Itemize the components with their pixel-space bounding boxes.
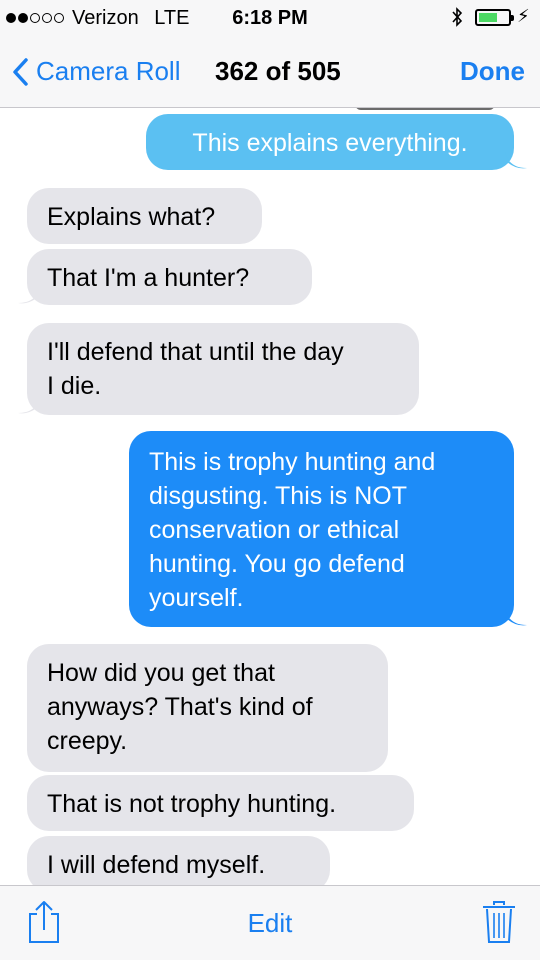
- bottom-toolbar: Edit: [0, 885, 540, 960]
- trash-icon[interactable]: [482, 900, 516, 944]
- back-button[interactable]: Camera Roll: [12, 56, 181, 87]
- message-bubble-incoming: I will defend myself.: [27, 836, 330, 885]
- bolt-icon: ⚡︎: [517, 6, 530, 26]
- message-line: conservation or ethical: [149, 516, 400, 544]
- bubble-tail: [505, 152, 527, 169]
- done-button[interactable]: Done: [460, 56, 525, 87]
- nav-bar: Camera Roll 362 of 505 Done: [0, 36, 540, 108]
- message-bubble-incoming: That I'm a hunter?: [27, 249, 312, 305]
- message-line: I die.: [47, 372, 102, 400]
- bluetooth-icon: [452, 7, 463, 27]
- bubble-tail: [505, 609, 527, 626]
- chevron-left-icon: [13, 57, 28, 86]
- back-button-label: Camera Roll: [36, 56, 181, 86]
- battery-icon: [475, 9, 514, 26]
- message-bubble-incoming: That is not trophy hunting.: [27, 775, 414, 831]
- bubble-tail: [18, 397, 40, 414]
- message-line: How did you get that: [47, 659, 275, 687]
- message-bubble-incoming: I'll defend that until the day I die.: [27, 323, 419, 415]
- edit-button[interactable]: Edit: [248, 908, 293, 938]
- message-bubble-incoming: How did you get that anyways? That's kin…: [27, 644, 388, 772]
- message-line: hunting. You go defend: [149, 550, 405, 578]
- message-line: I'll defend that until the day: [47, 338, 344, 366]
- message-bubble-outgoing: This is trophy hunting and disgusting. T…: [129, 431, 514, 627]
- photo-counter: 362 of 505: [215, 56, 341, 86]
- photo-edge: [355, 108, 495, 110]
- message-line: This is trophy hunting and: [149, 448, 436, 476]
- message-line: anyways? That's kind of: [47, 693, 313, 721]
- bubble-tail: [18, 287, 40, 304]
- status-bar: Verizon LTE 6:18 PM ⚡︎: [0, 0, 540, 36]
- message-line: creepy.: [47, 727, 128, 755]
- message-bubble-incoming: Explains what?: [27, 188, 262, 244]
- message-line: yourself.: [149, 584, 244, 612]
- message-bubble-outgoing: This explains everything.: [146, 114, 514, 170]
- message-line: disgusting. This is NOT: [149, 482, 407, 510]
- message-screenshot: This explains everything. Explains what?…: [0, 108, 540, 885]
